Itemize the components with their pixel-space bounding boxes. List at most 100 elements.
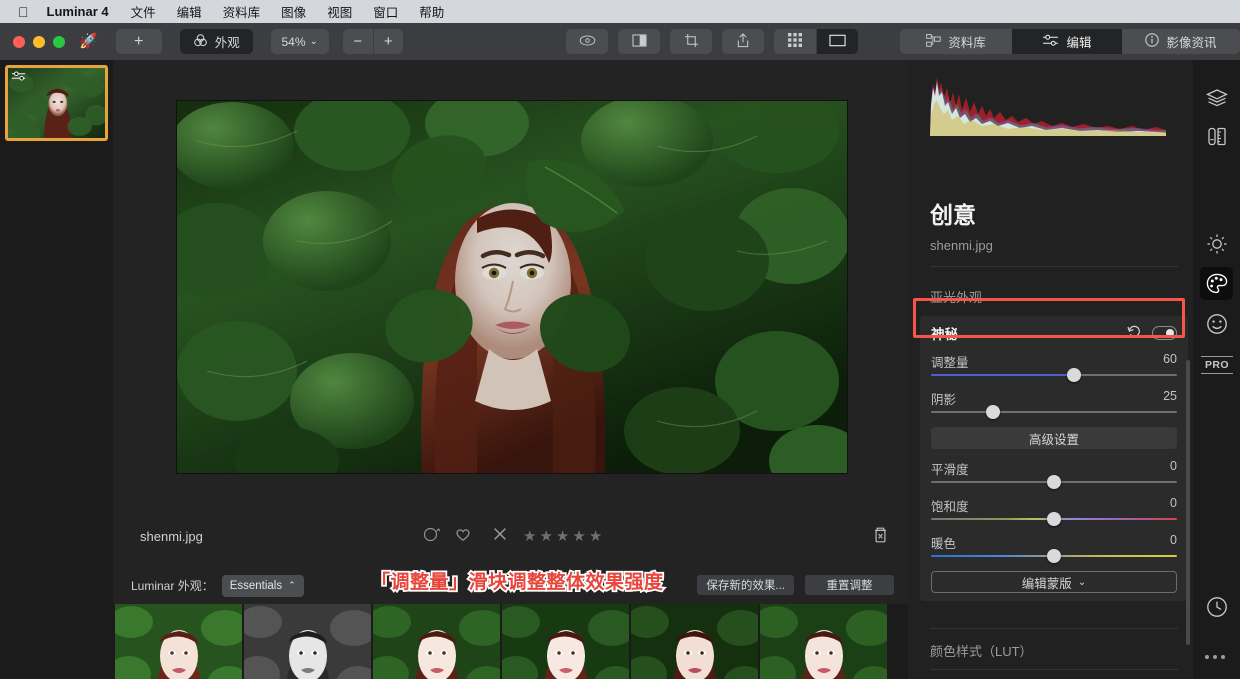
single-view-button[interactable] — [816, 29, 858, 54]
preset-thumbnail[interactable]: Remove Color Cast — [760, 604, 887, 679]
apple-logo-icon[interactable]:  — [18, 5, 29, 19]
section-lut[interactable]: 颜色样式（LUT） — [930, 641, 1033, 660]
info-icon — [1145, 33, 1160, 50]
star-icon[interactable]: ★ — [572, 527, 585, 545]
preview-eye-button[interactable] — [566, 29, 608, 54]
slider-warmth[interactable]: 暖色 0 — [920, 531, 1188, 568]
advanced-settings-button[interactable]: 高级设置 — [931, 427, 1177, 449]
slider-amount-value: 60 — [1163, 352, 1177, 366]
star-icon[interactable]: ★ — [523, 527, 536, 545]
history-clock-icon[interactable] — [1200, 590, 1233, 623]
portrait-face-icon[interactable] — [1200, 307, 1233, 340]
slider-smoothness[interactable]: 平滑度 0 — [920, 457, 1188, 494]
mode-edit[interactable]: 编辑 — [1012, 29, 1122, 54]
canvas-area[interactable] — [113, 60, 908, 505]
chevron-down-icon: ⌄ — [309, 36, 318, 47]
slider-shadows-handle[interactable] — [986, 405, 1000, 419]
preset-thumbnail[interactable]: Haze Removal ★ — [502, 604, 629, 679]
tool-icon-rail: PRO — [1193, 60, 1240, 679]
looks-collection-select[interactable]: Essentials ⌃ — [221, 574, 304, 597]
star-rating[interactable]: ★ ★ ★ ★ ★ — [523, 527, 602, 545]
slider-shadows-track[interactable] — [931, 411, 1177, 413]
preset-thumbnail[interactable]: AI Image Enhancer — [115, 604, 242, 679]
trash-icon[interactable] — [873, 526, 888, 546]
slider-warmth-handle[interactable] — [1047, 549, 1061, 563]
menubar-item-edit[interactable]: 编辑 — [177, 2, 202, 21]
star-icon[interactable]: ★ — [589, 527, 602, 545]
star-icon[interactable]: ★ — [539, 527, 552, 545]
preset-thumbnail[interactable]: Mood Enhancer — [631, 604, 758, 679]
slider-saturation[interactable]: 饱和度 0 — [920, 494, 1188, 531]
mode-library[interactable]: 资料库 — [900, 29, 1012, 54]
menubar-item-file[interactable]: 文件 — [131, 2, 156, 21]
slider-saturation-handle[interactable] — [1047, 512, 1061, 526]
layers-icon[interactable] — [1200, 81, 1233, 114]
share-export-button[interactable] — [722, 29, 764, 54]
dot — [1213, 655, 1217, 659]
flag-circle-icon[interactable] — [423, 526, 441, 546]
filter-enable-toggle[interactable] — [1152, 326, 1177, 340]
filter-header[interactable]: 神秘 — [920, 316, 1188, 350]
slider-amount-track[interactable] — [931, 374, 1177, 376]
slider-saturation-label: 饱和度 — [931, 500, 969, 514]
menubar-item-view[interactable]: 视图 — [327, 2, 352, 21]
maximize-button[interactable] — [53, 35, 65, 48]
reset-adjustments-button[interactable]: 重置调整 — [805, 575, 894, 595]
menubar-item-image[interactable]: 图像 — [281, 2, 306, 21]
crop-button[interactable] — [670, 29, 712, 54]
creative-palette-icon[interactable] — [1200, 267, 1233, 300]
minimize-button[interactable] — [33, 35, 45, 48]
tools-icon[interactable] — [1200, 120, 1233, 153]
filter-card-mystical: 神秘 调整量 60 阴影 25 高级设置 平滑度 0 饱和度 0 暖色 0 编辑… — [920, 316, 1188, 601]
zoom-level-select[interactable]: 54% ⌄ — [270, 29, 329, 54]
preset-thumbnail[interactable]: Classic B&W — [244, 604, 371, 679]
looks-button-label: 外观 — [214, 36, 240, 50]
looks-filmstrip[interactable]: AI Image Enhancer Classic B&W — [113, 604, 908, 679]
slider-amount[interactable]: 调整量 60 — [920, 350, 1188, 387]
looks-toggle-button[interactable]: 外观 — [179, 29, 253, 54]
compare-split-button[interactable] — [618, 29, 660, 54]
filter-name: 神秘 — [931, 327, 958, 342]
reject-x-icon[interactable] — [493, 527, 507, 545]
add-image-button[interactable]: + — [115, 29, 162, 54]
slider-shadows[interactable]: 阴影 25 — [920, 387, 1188, 424]
slider-amount-handle[interactable] — [1066, 368, 1081, 382]
undo-icon[interactable] — [1127, 325, 1141, 341]
toggle-knob — [1166, 329, 1174, 337]
current-filename: shenmi.jpg — [140, 528, 203, 544]
main-photo[interactable] — [177, 101, 847, 473]
zoom-in-button[interactable]: + — [372, 29, 403, 54]
menubar-item-window[interactable]: 窗口 — [373, 2, 398, 21]
light-essentials-icon[interactable] — [1200, 227, 1233, 260]
dot — [1205, 655, 1209, 659]
histogram — [922, 64, 1172, 136]
rocket-icon[interactable]: 🚀 — [79, 34, 98, 49]
menubar-app-name[interactable]: Luminar 4 — [47, 4, 109, 19]
menubar-item-help[interactable]: 帮助 — [419, 2, 444, 21]
mode-image-info[interactable]: 影像资讯 — [1122, 29, 1240, 54]
single-view-icon — [829, 34, 846, 50]
panel-filename: shenmi.jpg — [930, 238, 993, 253]
zoom-out-button[interactable]: − — [342, 29, 373, 54]
slider-smoothness-handle[interactable] — [1047, 475, 1061, 489]
mode-edit-label: 编辑 — [1066, 36, 1092, 50]
luminar-app-window:  Luminar 4 文件 编辑 资料库 图像 视图 窗口 帮助 🚀 + 外观… — [0, 0, 1240, 679]
star-icon[interactable]: ★ — [556, 527, 569, 545]
heart-icon[interactable] — [455, 527, 471, 546]
app-toolbar: 🚀 + 外观 54% ⌄ − + 资料库 编辑 影像资讯 — [0, 23, 1240, 60]
preset-image — [244, 604, 371, 679]
edit-mask-label: 编辑蒙版 — [1021, 576, 1072, 591]
grid-view-button[interactable] — [774, 29, 816, 54]
close-button[interactable] — [13, 35, 25, 48]
save-new-look-button[interactable]: 保存新的效果... — [697, 575, 794, 595]
menubar-item-library[interactable]: 资料库 — [223, 2, 261, 21]
edit-mask-button[interactable]: 编辑蒙版 ⌄ — [931, 571, 1177, 593]
preset-thumbnail[interactable]: Contrast Enhancer — [373, 604, 500, 679]
slider-smoothness-value: 0 — [1170, 459, 1177, 473]
preset-image — [373, 604, 500, 679]
pro-icon[interactable]: PRO — [1201, 354, 1233, 376]
sidebar-thumbnail-selected[interactable] — [5, 65, 108, 141]
panel-scrollbar[interactable] — [1186, 360, 1190, 645]
window-controls[interactable] — [13, 35, 65, 48]
more-dots-icon[interactable] — [1205, 655, 1225, 659]
